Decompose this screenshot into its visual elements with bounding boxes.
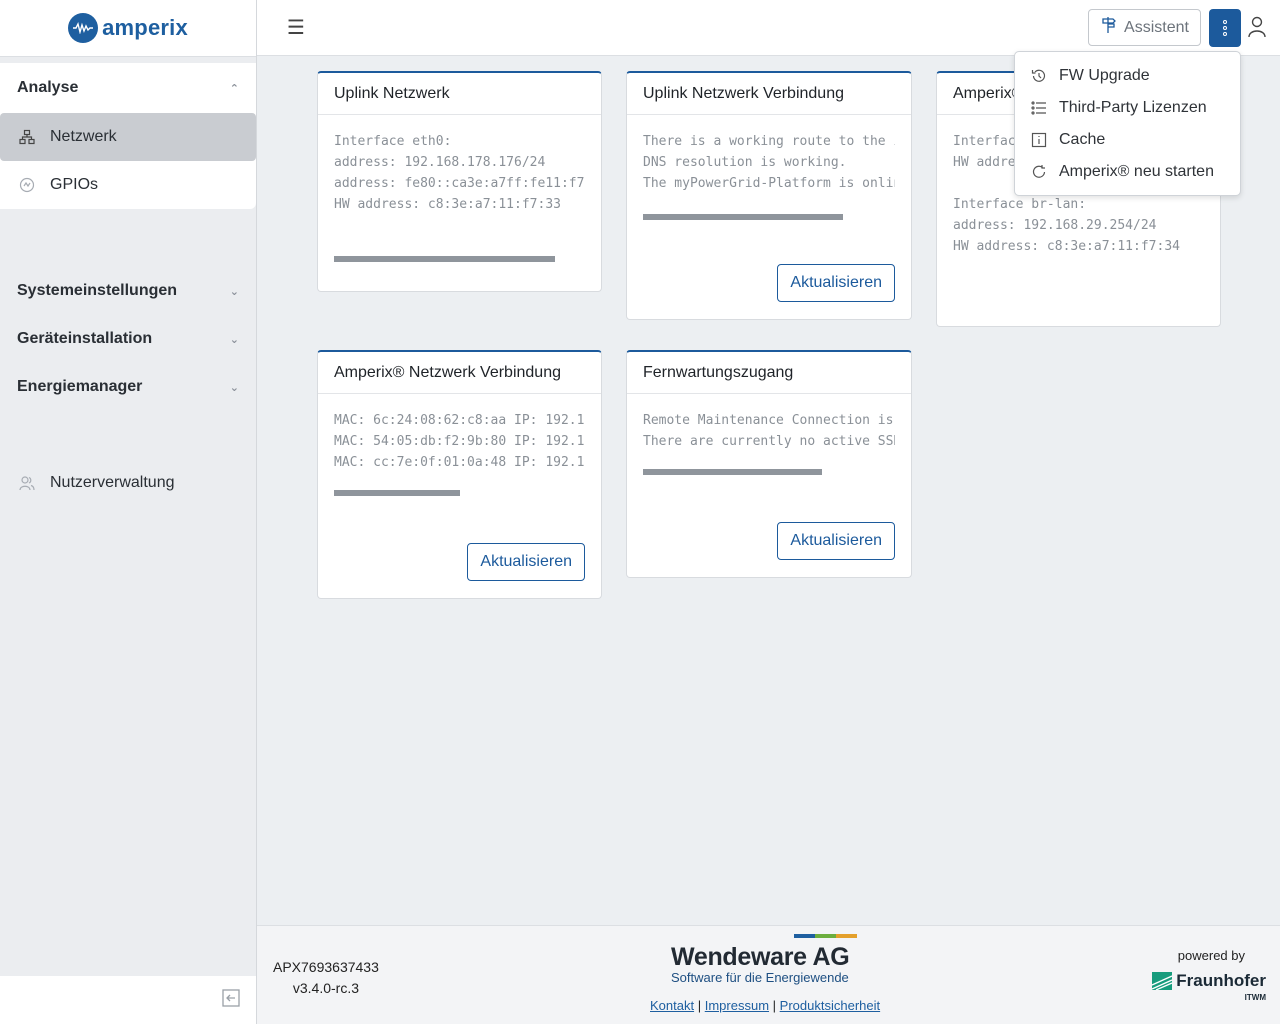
signpost-icon [1100, 16, 1118, 39]
nav-section-label: Geräteinstallation [17, 330, 153, 347]
card-text: HW address: c8:3e:a7:11:f7:33 [334, 197, 561, 212]
menu-item-label: FW Upgrade [1059, 67, 1150, 84]
refresh-button[interactable]: Aktualisieren [777, 264, 895, 302]
menu-item-label: Third-Party Lizenzen [1059, 99, 1207, 116]
card-text: Remote Maintenance Connection is active. [643, 413, 894, 428]
nav-section-label: Energiemanager [17, 378, 143, 395]
chevron-down-icon: ⌄ [229, 285, 239, 298]
fraunhofer-logo-icon [1152, 972, 1173, 990]
users-icon [18, 474, 36, 492]
gpio-icon [18, 176, 36, 194]
list-icon [1031, 100, 1047, 116]
card-text: address: fe80::ca3e:a7ff:fe11:f733 [334, 176, 585, 191]
card-text: There are currently no active SSH sessio… [643, 434, 895, 449]
link-kontakt[interactable]: Kontakt [650, 998, 694, 1013]
nav-section-label: Systemeinstellungen [17, 282, 178, 299]
sidebar-item-gpios[interactable]: GPIOs [0, 161, 256, 209]
card-text: Interface eth0: [334, 134, 452, 149]
chevron-down-icon: ⌄ [229, 333, 239, 346]
placeholder-bar [643, 469, 822, 475]
chevron-down-icon: ⌄ [229, 381, 239, 394]
card-title: Amperix® Netzwerk Verbindung [318, 352, 601, 394]
card-uplink-network: Uplink Netzwerk Interface eth0: address:… [317, 71, 602, 292]
placeholder-bar [643, 214, 843, 220]
refresh-button[interactable]: Aktualisieren [777, 522, 895, 560]
sidebar-item-label: Nutzerverwaltung [50, 474, 175, 491]
link-separator: | [697, 998, 702, 1013]
card-text: HW address: c8:3e:a7:11:f7:34 [953, 239, 1180, 254]
info-icon [1031, 132, 1047, 148]
placeholder-bar [334, 490, 460, 496]
card-uplink-connection: Uplink Netzwerk Verbindung There is a wo… [626, 71, 912, 320]
firmware-version: v3.4.0-rc.3 [292, 980, 359, 996]
device-info: APX7693637433 v3.4.0-rc.3 [273, 957, 379, 999]
partner-sub: ITWM [1244, 993, 1266, 1002]
card-text: DNS resolution is working. [643, 155, 847, 170]
amperix-logo-icon [68, 13, 99, 43]
card-text: MAC: cc:7e:0f:01:0a:48 IP: 192.168.29.12 [334, 455, 585, 470]
nav-section-systemeinstellungen[interactable]: Systemeinstellungen ⌄ [0, 267, 256, 315]
card-text: MAC: 54:05:db:f2:9b:80 IP: 192.168.29.11 [334, 434, 585, 449]
sidebar-item-label: Netzwerk [50, 128, 117, 145]
more-options-button[interactable] [1209, 9, 1241, 47]
brand-stripe [671, 934, 857, 938]
card-text: MAC: 6c:24:08:62:c8:aa IP: 192.168.29.10 [334, 413, 585, 428]
topbar: ☰ Assistent [257, 0, 1280, 56]
nav-section-geraeteinstallation[interactable]: Geräteinstallation ⌄ [0, 315, 256, 363]
wendeware-logo: Wendeware AG Software für die Energiewen… [671, 934, 857, 986]
menu-item-third-party-licenses[interactable]: Third-Party Lizenzen [1015, 92, 1240, 124]
serial-number: APX7693637433 [273, 959, 379, 975]
history-icon [1031, 68, 1047, 84]
nav-section-analyse[interactable]: Analyse ⌃ [0, 63, 256, 113]
hamburger-menu-icon[interactable]: ☰ [287, 18, 305, 38]
link-impressum[interactable]: Impressum [705, 998, 769, 1013]
menu-item-fw-upgrade[interactable]: FW Upgrade [1015, 60, 1240, 92]
menu-item-label: Cache [1059, 131, 1106, 148]
page-footer: APX7693637433 v3.4.0-rc.3 Wendeware AG S… [257, 925, 1280, 1024]
powered-by: powered by [1177, 948, 1245, 963]
footer-links: Kontakt | Impressum | Produktsicherheit [650, 998, 880, 1013]
menu-item-label: Amperix® neu starten [1059, 163, 1214, 180]
sidebar-footer [0, 976, 256, 1024]
options-dropdown: FW Upgrade Third-Party Lizenzen Cache Am… [1014, 51, 1241, 196]
assistant-label: Assistent [1124, 18, 1189, 36]
sidebar-item-netzwerk[interactable]: Netzwerk [0, 113, 256, 161]
logo-text: amperix [102, 15, 188, 40]
kebab-icon [1223, 20, 1227, 36]
card-text: There is a working route to the internet… [643, 134, 895, 149]
nav-section-energiemanager[interactable]: Energiemanager ⌄ [0, 363, 256, 411]
company-tagline: Software für die Energiewende [671, 970, 849, 985]
card-title: Fernwartungszugang [627, 352, 911, 394]
fraunhofer-logo: Fraunhofer ITWM [1152, 971, 1266, 1002]
company-name: Wendeware AG [671, 943, 850, 971]
card-title: Uplink Netzwerk [318, 73, 601, 115]
nav-section-label: Analyse [17, 79, 79, 96]
link-separator: | [772, 998, 777, 1013]
restart-icon [1031, 164, 1047, 180]
refresh-button[interactable]: Aktualisieren [467, 543, 585, 581]
menu-item-cache[interactable]: Cache [1015, 124, 1240, 156]
chevron-up-icon: ⌃ [229, 82, 239, 95]
card-text: The myPowerGrid-Platform is online. [643, 176, 895, 191]
placeholder-bar [334, 256, 555, 262]
card-text: address: 192.168.29.254/24 [953, 218, 1157, 233]
card-text: address: 192.168.178.176/24 [334, 155, 546, 170]
card-title: Uplink Netzwerk Verbindung [627, 73, 911, 115]
sidebar-item-label: GPIOs [50, 176, 99, 193]
card-text: Interface br-lan: [953, 197, 1087, 212]
partner-name: Fraunhofer [1176, 971, 1266, 990]
logo[interactable]: amperix [0, 0, 256, 57]
sidebar-item-nutzerverwaltung[interactable]: Nutzerverwaltung [0, 459, 256, 507]
user-icon[interactable] [1247, 16, 1267, 38]
nav-group-analyse: Analyse ⌃ Netzwerk GPIOs [0, 63, 256, 209]
network-icon [18, 128, 36, 146]
sidebar: amperix Analyse ⌃ Netzwerk GPIOs Systeme… [0, 0, 257, 1024]
link-produktsicherheit[interactable]: Produktsicherheit [780, 998, 880, 1013]
card-remote-maintenance: Fernwartungszugang Remote Maintenance Co… [626, 350, 912, 578]
card-amperix-connection: Amperix® Netzwerk Verbindung MAC: 6c:24:… [317, 350, 602, 599]
menu-item-restart[interactable]: Amperix® neu starten [1015, 156, 1240, 188]
assistant-button[interactable]: Assistent [1088, 9, 1201, 46]
collapse-sidebar-icon[interactable] [222, 988, 240, 1012]
